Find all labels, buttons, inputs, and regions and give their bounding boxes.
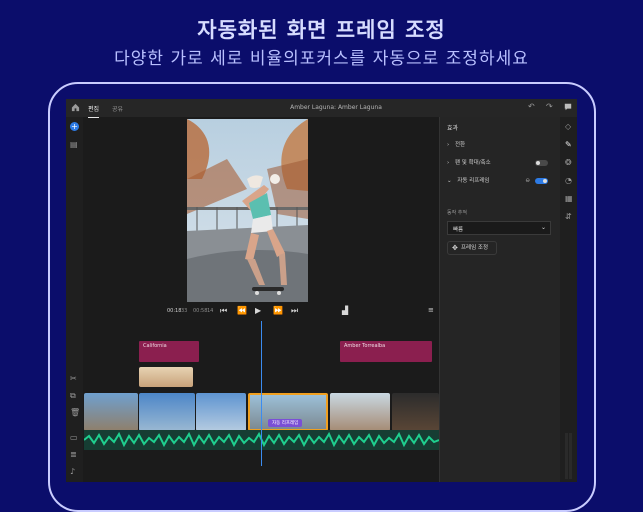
transform-icon[interactable]: ⇵ <box>565 213 572 221</box>
step-forward-icon[interactable]: ⏩ <box>273 306 283 315</box>
duplicate-icon[interactable]: ⧉ <box>70 392 76 400</box>
comment-icon[interactable] <box>564 103 572 113</box>
duration-frames: 14 <box>207 308 214 314</box>
promo-headline: 자동화된 화면 프레임 조정 <box>197 18 446 42</box>
video-clip[interactable] <box>330 393 390 431</box>
title-clip-amber[interactable]: Amber Torrealba <box>340 341 432 362</box>
grid-icon[interactable]: ▦ <box>565 195 573 203</box>
go-to-end-icon[interactable]: ⏭ <box>291 306 298 316</box>
adjust-frame-button[interactable]: ✥ 프레임 조정 <box>447 241 497 255</box>
app-screen: 편집 공유 Amber Laguna: Amber Laguna ↶ ↷ + ▤ <box>66 99 577 482</box>
chevron-right-icon: › <box>447 160 450 166</box>
speed-icon[interactable]: ◔ <box>565 177 572 185</box>
chevron-right-icon: › <box>447 142 450 148</box>
link-icon[interactable]: ⊖ <box>525 175 530 187</box>
tracking-select[interactable]: 빠름 ⌄ <box>447 221 551 235</box>
color-icon[interactable]: ❂ <box>565 159 572 167</box>
trash-icon[interactable]: 🗑 <box>70 409 80 417</box>
row-label: 자동 리프레임 <box>457 178 490 184</box>
project-title: Amber Laguna: Amber Laguna <box>290 104 382 111</box>
media-bin-icon[interactable]: ▤ <box>70 141 78 149</box>
audio-icon[interactable]: ♪ <box>70 468 75 476</box>
adjust-frame-label: 프레임 조정 <box>461 245 489 251</box>
tab-edit[interactable]: 편집 <box>88 104 100 118</box>
row-pan-zoom[interactable]: › 팬 및 확대/축소 <box>447 157 552 169</box>
video-clip[interactable] <box>139 393 195 431</box>
split-icon[interactable]: ✂ <box>70 375 77 383</box>
duration: 00:58 <box>193 308 208 314</box>
clip-effect-badge: 자동 리프레임 <box>268 419 303 427</box>
row-label: 전환 <box>454 142 466 148</box>
selected-video-clip[interactable]: 자동 리프레임 <box>248 393 328 431</box>
go-to-start-icon[interactable]: ⏮ <box>220 306 227 316</box>
chevron-down-icon: ⌄ <box>540 224 546 231</box>
title-clip-california[interactable]: California <box>139 341 199 362</box>
crop-icon[interactable]: ◇ <box>565 123 571 131</box>
auto-reframe-toggle[interactable] <box>535 178 548 184</box>
track-icon[interactable]: ▭ <box>70 434 78 442</box>
tracking-label: 동작 추적 <box>447 210 467 216</box>
panel-title: 효과 <box>447 125 459 132</box>
move-icon: ✥ <box>452 244 458 252</box>
video-clip[interactable] <box>392 393 439 431</box>
menu-icon[interactable]: ≡ <box>428 306 434 314</box>
playhead[interactable] <box>261 321 262 466</box>
redo-icon[interactable]: ↷ <box>546 103 553 111</box>
timeline-toolbar: ✂ ⧉ 🗑 ▭ ≣ ♪ <box>66 321 83 482</box>
row-auto-reframe[interactable]: ⌄ 자동 리프레임 ⊖ <box>447 175 552 187</box>
tracking-value: 빠름 <box>453 227 464 233</box>
add-media-icon[interactable]: + <box>70 122 79 131</box>
promo-subline: 다양한 가로 세로 비율의포커스를 자동으로 조정하세요 <box>114 49 529 69</box>
right-toolbar: ◇ ✎ ❂ ◔ ▦ ⇵ <box>560 117 577 482</box>
clip-label: California <box>143 343 167 349</box>
row-transitions[interactable]: › 전환 <box>447 139 552 151</box>
top-bar: 편집 공유 Amber Laguna: Amber Laguna ↶ ↷ <box>66 99 577 118</box>
chevron-down-icon: ⌄ <box>447 178 452 184</box>
audio-meter <box>565 429 573 479</box>
list-icon[interactable]: ≣ <box>70 451 77 459</box>
video-clip[interactable] <box>196 393 246 431</box>
home-icon[interactable] <box>71 103 80 114</box>
current-time: 00:18 <box>167 308 182 314</box>
pan-zoom-toggle[interactable] <box>535 160 548 166</box>
current-frames: 33 <box>181 308 188 314</box>
clip-label: Amber Torrealba <box>344 343 386 349</box>
undo-icon[interactable]: ↶ <box>528 103 535 111</box>
video-clip[interactable] <box>84 393 138 431</box>
tab-share[interactable]: 공유 <box>112 104 123 113</box>
effects-icon[interactable]: ✎ <box>565 141 572 149</box>
row-label: 팬 및 확대/축소 <box>454 160 491 166</box>
transport-bar: 00:18 33 00:58 14 ⏮ ⏪ ▶ ⏩ ⏭ ▟ ≡ <box>83 305 439 319</box>
play-icon[interactable]: ▶ <box>255 306 261 315</box>
overlay-clip[interactable] <box>139 367 193 387</box>
effects-panel: 효과 › 전환 › 팬 및 확대/축소 ⌄ 자동 리프레임 ⊖ 동작 추적 빠름… <box>439 117 560 482</box>
step-back-icon[interactable]: ⏪ <box>237 306 247 315</box>
fit-view-icon[interactable]: ▟ <box>342 306 348 315</box>
video-preview[interactable] <box>187 119 308 302</box>
